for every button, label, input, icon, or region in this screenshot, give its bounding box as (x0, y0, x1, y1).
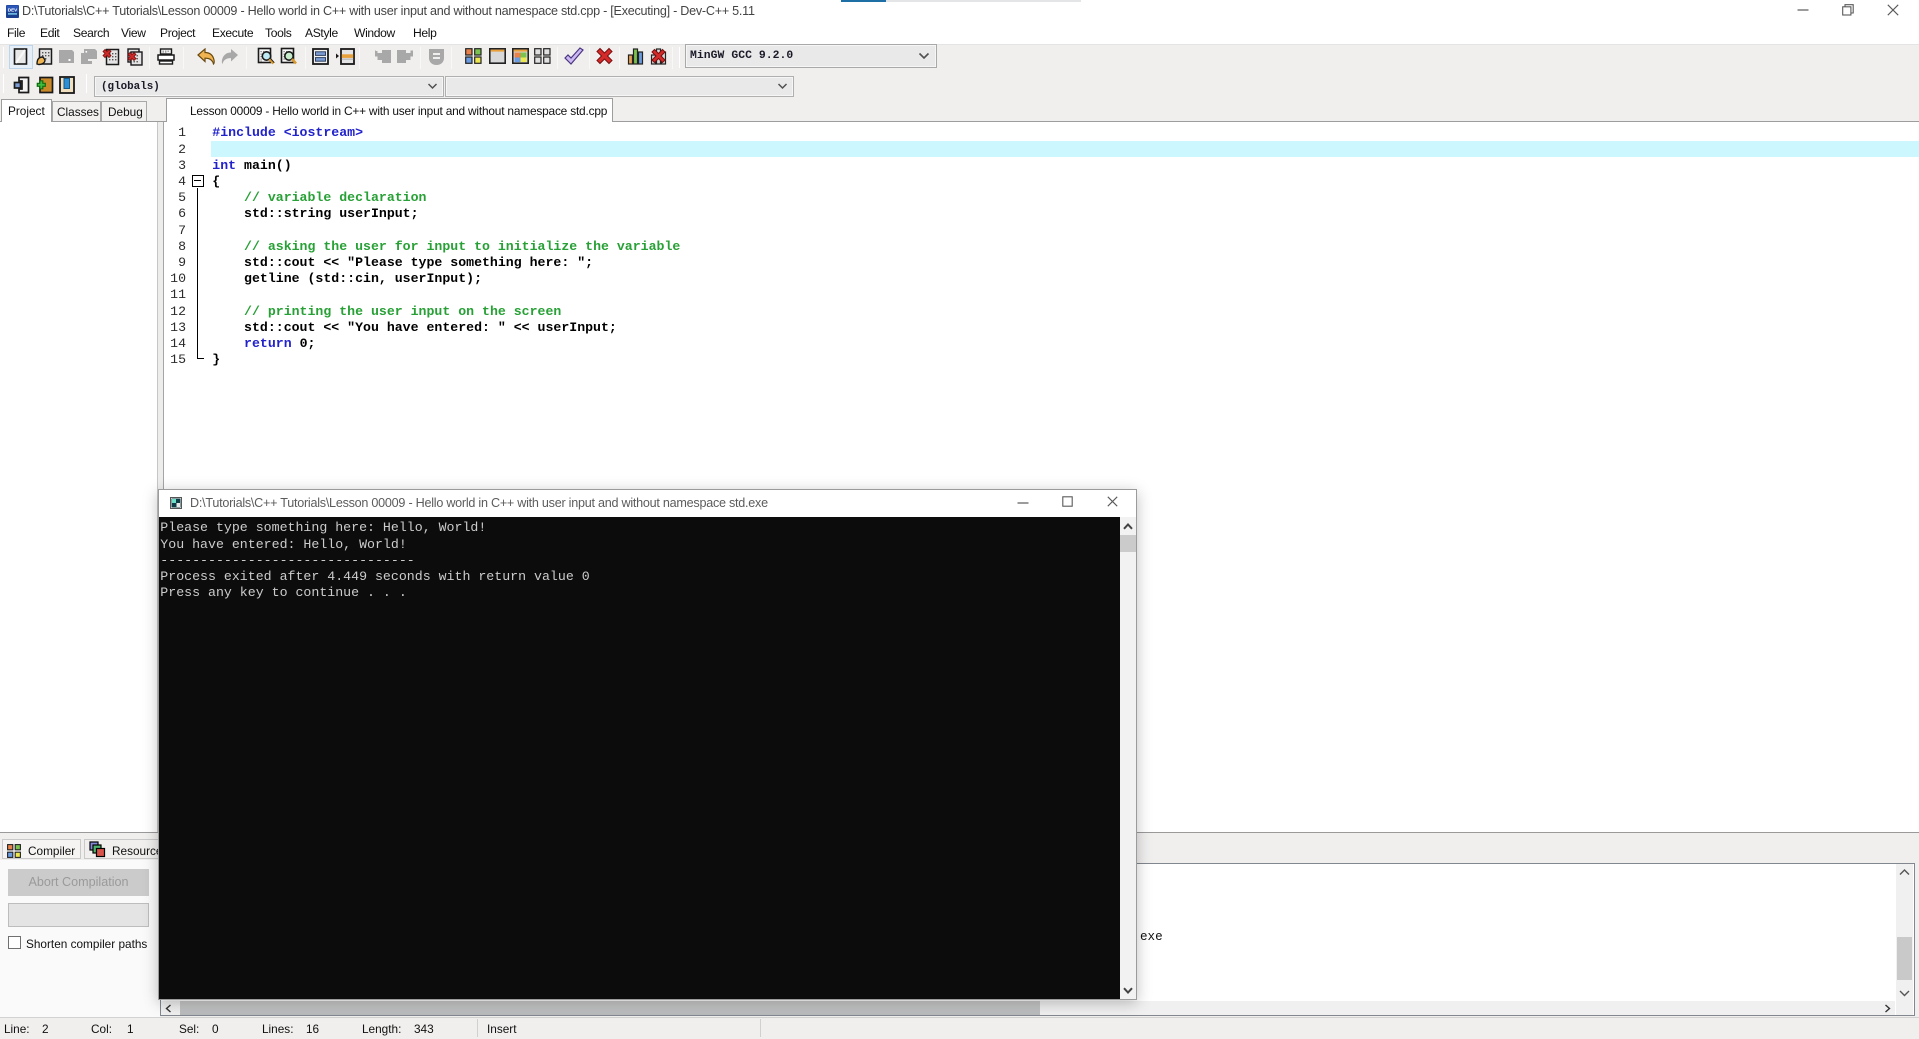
svg-text:DEV: DEV (8, 8, 18, 13)
